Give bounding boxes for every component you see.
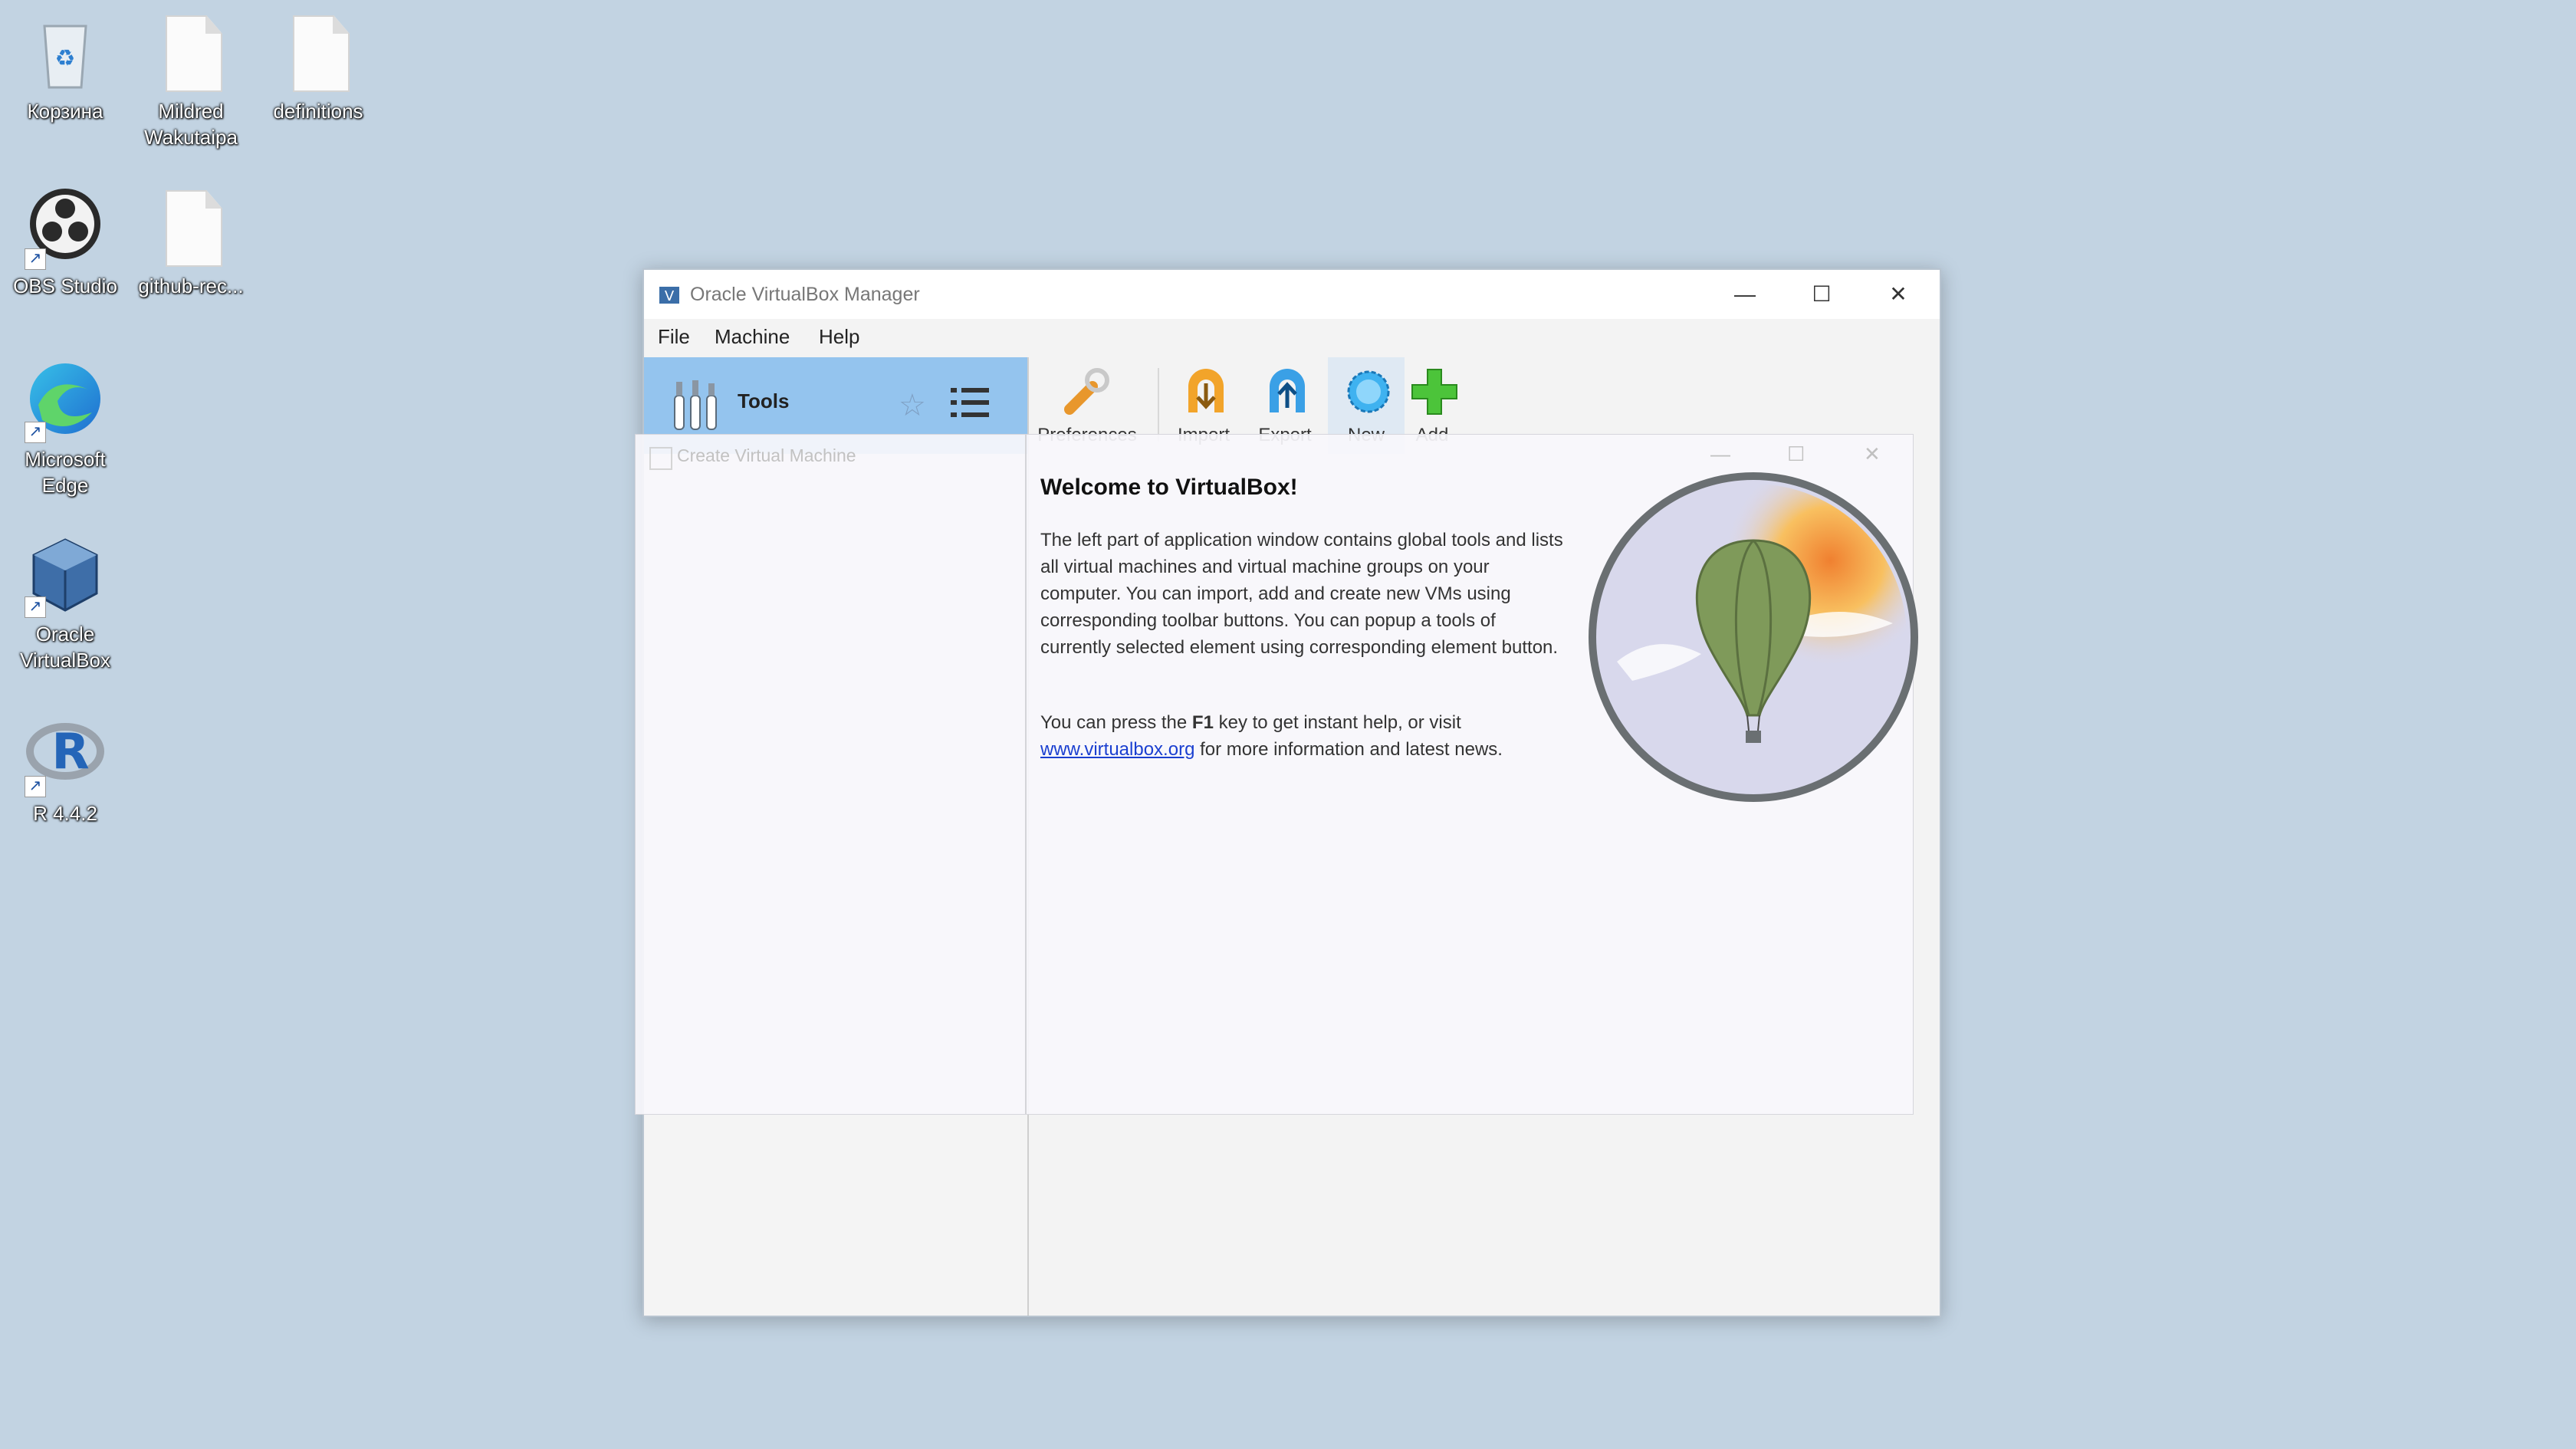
import-icon	[1181, 366, 1231, 417]
document-icon	[149, 186, 233, 270]
pane-divider	[1025, 435, 1027, 1114]
menu-bar: File Machine Help	[644, 319, 1940, 357]
desktop-icon-github-rec[interactable]: github-rec...	[126, 186, 256, 299]
document-icon	[149, 11, 233, 95]
svg-text:R: R	[51, 724, 89, 780]
desktop-icon-label: Oracle VirtualBox	[19, 623, 111, 672]
desktop-icon-label: R 4.4.2	[33, 802, 97, 825]
recycle-bin-icon: ♻	[23, 11, 107, 95]
overlay-minimize-button[interactable]: —	[1710, 442, 1730, 466]
desktop-icon-mildred[interactable]: Mildred Wakutaipa	[126, 11, 256, 150]
edge-icon: ↗	[23, 359, 107, 443]
desktop-icon-label: Корзина	[27, 100, 104, 123]
create-vm-dialog-overlay: Create Virtual Machine — ☐ ✕ Welcome to …	[635, 434, 1918, 1115]
desktop-icon-r[interactable]: R ↗ R 4.4.2	[0, 713, 130, 826]
desktop-icon-definitions[interactable]: definitions	[253, 11, 383, 124]
new-icon	[1343, 366, 1394, 417]
desktop-icon-label: OBS Studio	[13, 274, 117, 297]
shortcut-arrow-icon: ↗	[25, 596, 46, 618]
overlay-maximize-button[interactable]: ☐	[1787, 442, 1805, 466]
svg-text:V: V	[665, 288, 675, 304]
f1-key-text: F1	[1191, 712, 1214, 733]
window-title: Oracle VirtualBox Manager	[690, 284, 920, 305]
tools-label: Tools	[738, 389, 790, 412]
desktop-icon-label: github-rec...	[138, 274, 244, 297]
help-text-suffix: for more information and latest news.	[1194, 739, 1503, 760]
menu-machine[interactable]: Machine	[715, 325, 790, 349]
shortcut-arrow-icon: ↗	[25, 776, 46, 797]
desktop-icon-microsoft-edge[interactable]: ↗ Microsoft Edge	[0, 359, 130, 498]
help-text-mid: key to get instant help, or visit	[1213, 712, 1461, 733]
shortcut-arrow-icon: ↗	[25, 422, 46, 443]
obs-studio-icon: ↗	[23, 186, 107, 270]
export-icon	[1262, 366, 1313, 417]
maximize-button[interactable]: ☐	[1783, 270, 1860, 319]
desktop-icon-label: definitions	[273, 100, 363, 123]
virtualbox-website-link[interactable]: www.virtualbox.org	[1040, 739, 1194, 760]
menu-help[interactable]: Help	[819, 325, 859, 349]
document-icon	[276, 11, 360, 95]
virtualbox-app-icon: V	[658, 284, 681, 307]
desktop-icon-obs-studio[interactable]: ↗ OBS Studio	[0, 186, 130, 299]
menu-file[interactable]: File	[658, 325, 690, 349]
shortcut-arrow-icon: ↗	[25, 248, 46, 270]
welcome-text: The left part of application window cont…	[1040, 530, 1563, 658]
tools-icon	[670, 379, 721, 432]
r-icon: R ↗	[23, 713, 107, 797]
desktop-icon-oracle-virtualbox[interactable]: ↗ Oracle VirtualBox	[0, 534, 130, 673]
welcome-paragraph-2: You can press the F1 key to get instant …	[1040, 709, 1569, 763]
welcome-paragraph-1: The left part of application window cont…	[1040, 527, 1569, 661]
close-button[interactable]: ✕	[1860, 270, 1937, 319]
minimize-button[interactable]: —	[1707, 270, 1783, 319]
overlay-close-button[interactable]: ✕	[1864, 442, 1881, 466]
welcome-balloon-image	[1586, 470, 1921, 804]
preferences-icon	[1062, 366, 1112, 417]
create-vm-app-icon	[649, 447, 672, 470]
welcome-title: Welcome to VirtualBox!	[1040, 475, 1298, 500]
desktop-icon-recycle-bin[interactable]: ♻ Корзина	[0, 11, 130, 124]
pin-icon[interactable]: ☆	[899, 388, 926, 423]
svg-text:♻: ♻	[55, 45, 76, 72]
list-menu-icon[interactable]	[949, 383, 992, 422]
create-vm-title: Create Virtual Machine	[677, 445, 856, 465]
title-bar[interactable]: V Oracle VirtualBox Manager — ☐ ✕	[644, 270, 1940, 319]
add-icon	[1409, 366, 1460, 417]
virtualbox-icon: ↗	[23, 534, 107, 618]
desktop-icon-label: Microsoft Edge	[25, 448, 106, 497]
desktop-icon-label: Mildred Wakutaipa	[144, 100, 238, 149]
help-text-prefix: You can press the	[1040, 712, 1192, 733]
